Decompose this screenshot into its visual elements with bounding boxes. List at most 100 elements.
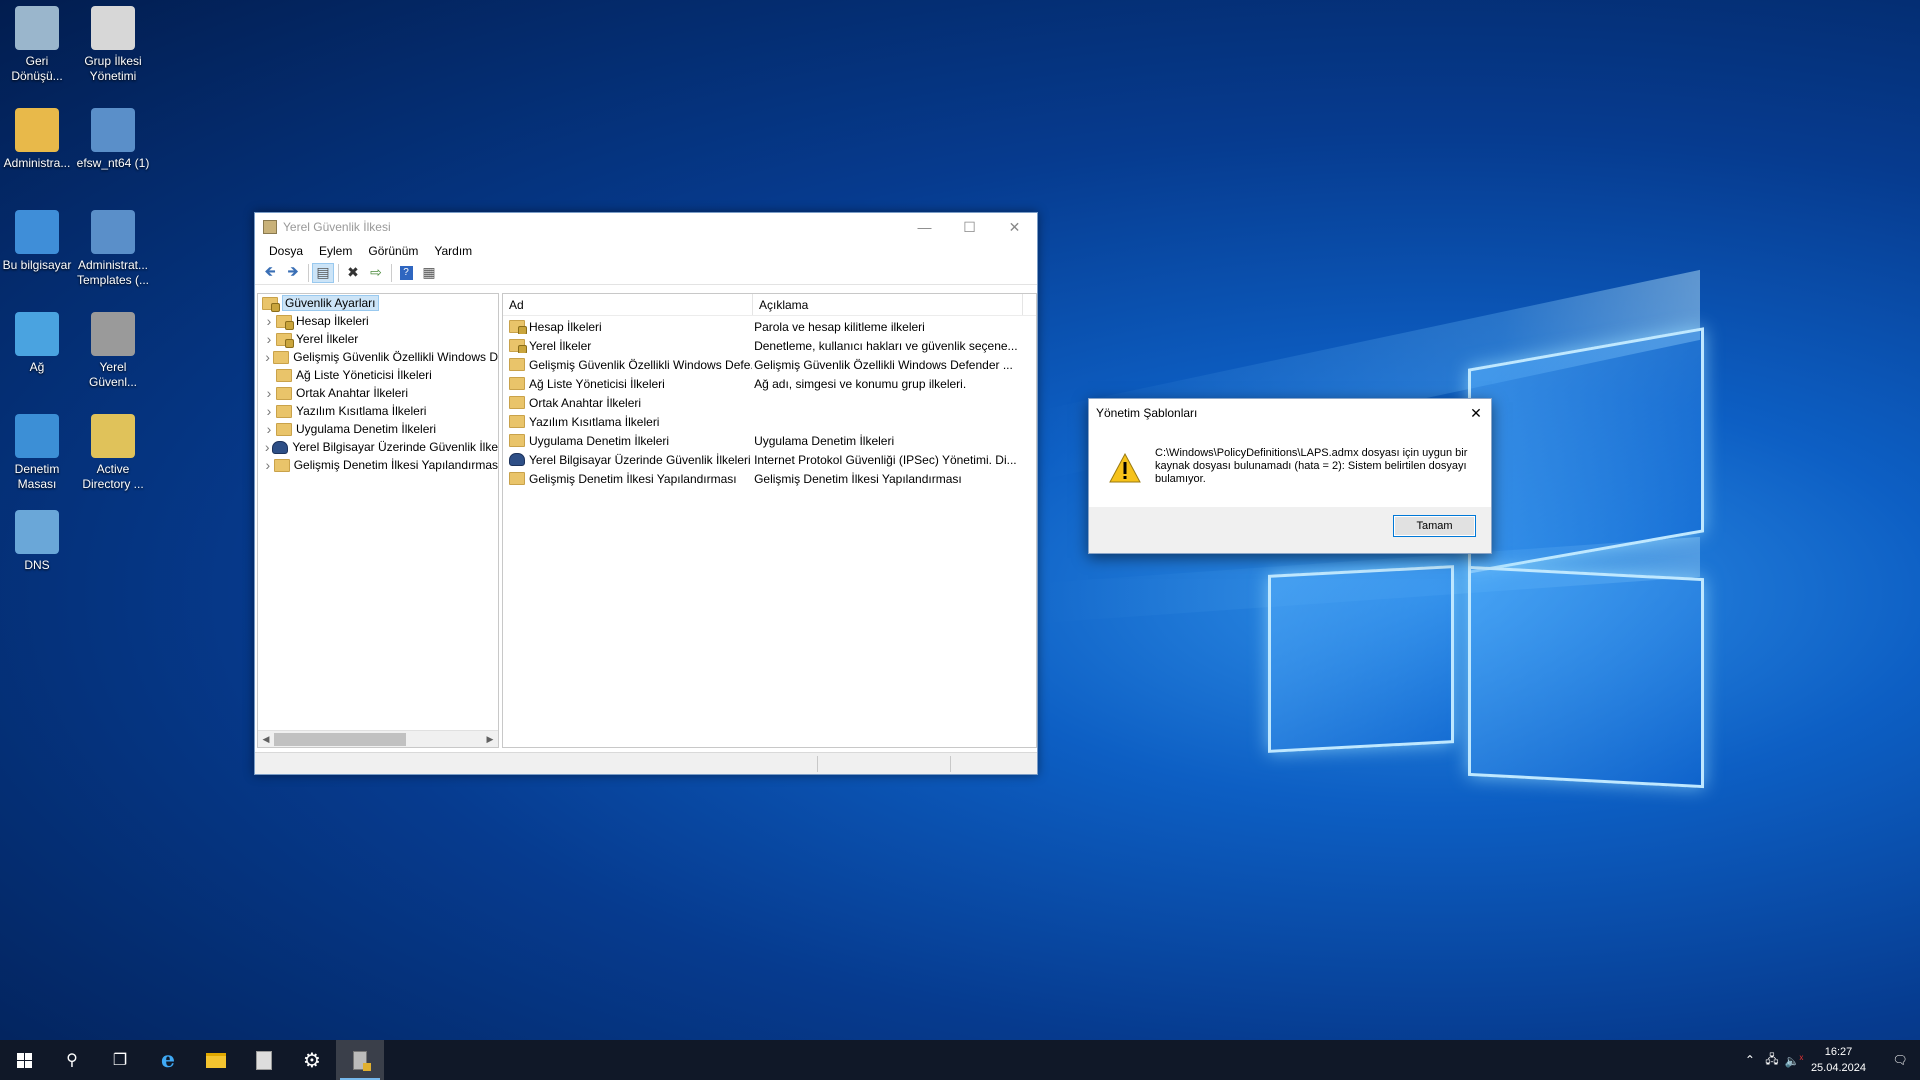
- list-item-description: Gelişmiş Güvenlik Özellikli Windows Defe…: [754, 357, 1013, 372]
- list-item[interactable]: Gelişmiş Güvenlik Özellikli Windows Defe…: [503, 355, 1036, 374]
- delete-button[interactable]: ✖: [342, 263, 364, 283]
- task-view-button[interactable]: ❐: [96, 1040, 144, 1080]
- recycle-bin-icon: [15, 6, 59, 50]
- desktop-icon[interactable]: Denetim Masası: [0, 414, 74, 492]
- list-item[interactable]: Hesap İlkeleri Parola ve hesap kilitleme …: [503, 317, 1036, 336]
- dialog-close-button[interactable]: ✕: [1461, 405, 1491, 422]
- list-item-name-cell: Yerel Bilgisayar Üzerinde Güvenlik İlkel…: [503, 453, 752, 467]
- list-item[interactable]: Ağ Liste Yöneticisi İlkeleri Ağ adı, simg…: [503, 374, 1036, 393]
- desktop-icon[interactable]: Grup İlkesi Yönetimi: [76, 6, 150, 84]
- tree-item[interactable]: › Gelişmiş Denetim İlkesi Yapılandırmas: [258, 456, 498, 474]
- column-description[interactable]: Açıklama: [753, 294, 1023, 315]
- folder-icon: [509, 358, 525, 371]
- title-bar[interactable]: Yerel Güvenlik İlkesi — ☐ ✕: [255, 213, 1037, 241]
- tree-item[interactable]: › Hesap İlkeleri: [258, 312, 498, 330]
- chevron-right-icon[interactable]: ›: [262, 331, 276, 347]
- tree-item[interactable]: › Yerel Bilgisayar Üzerinde Güvenlik İlke: [258, 438, 498, 456]
- chevron-right-icon[interactable]: ›: [262, 313, 276, 329]
- start-button[interactable]: [0, 1040, 48, 1080]
- forward-button[interactable]: 🡺: [282, 263, 304, 283]
- desktop-icon[interactable]: Administrat... Templates (...: [76, 210, 150, 288]
- properties-button[interactable]: ▦: [418, 263, 440, 283]
- taskbar-local-security-policy[interactable]: [336, 1040, 384, 1080]
- taskbar-internet-explorer[interactable]: e: [144, 1040, 192, 1080]
- list-item[interactable]: Yerel Bilgisayar Üzerinde Güvenlik İlkel…: [503, 450, 1036, 469]
- tree-item-label: Ortak Anahtar İlkeleri: [296, 386, 409, 400]
- shield-icon: [509, 453, 525, 466]
- details-list[interactable]: Ad Açıklama Hesap İlkeleri Parola ve hesa…: [502, 293, 1037, 748]
- list-item-description: Internet Protokol Güvenliği (IPSec) Yöne…: [754, 452, 1017, 467]
- tree-item-label: Ağ Liste Yöneticisi İlkeleri: [296, 368, 432, 382]
- tree-horizontal-scrollbar[interactable]: ◀ ▶: [258, 730, 498, 747]
- desktop-icon[interactable]: Bu bilgisayar: [0, 210, 74, 273]
- local-security-policy-window[interactable]: Yerel Güvenlik İlkesi — ☐ ✕ Dosya Eylem …: [254, 212, 1038, 775]
- desktop-icon[interactable]: Ağ: [0, 312, 74, 375]
- list-item-name: Ağ Liste Yöneticisi İlkeleri: [529, 376, 665, 391]
- dialog-footer: Tamam: [1089, 507, 1491, 553]
- list-item[interactable]: Yerel İlkeler Denetleme, kullanıcı haklar…: [503, 336, 1036, 355]
- network-tray-button[interactable]: 🖧: [1761, 1050, 1783, 1071]
- close-button[interactable]: ✕: [992, 213, 1037, 241]
- tree-item[interactable]: › Gelişmiş Güvenlik Özellikli Windows D: [258, 348, 498, 366]
- show-hide-tree-button[interactable]: ▤: [312, 262, 334, 283]
- desktop-icon[interactable]: Administra...: [0, 108, 74, 171]
- desktop-icon[interactable]: Yerel Güvenl...: [76, 312, 150, 390]
- taskbar-server-manager[interactable]: [240, 1040, 288, 1080]
- tree-item[interactable]: › Yerel İlkeler: [258, 330, 498, 348]
- action-center-button[interactable]: 🗨: [1880, 1053, 1920, 1067]
- ok-button[interactable]: Tamam: [1393, 515, 1476, 537]
- desktop-icon-label: Ağ: [29, 360, 45, 374]
- help-button[interactable]: ?: [395, 263, 417, 283]
- list-item[interactable]: Gelişmiş Denetim İlkesi Yapılandırması Ge…: [503, 469, 1036, 488]
- tree-item[interactable]: › Uygulama Denetim İlkeleri: [258, 420, 498, 438]
- menu-dosya[interactable]: Dosya: [261, 244, 311, 258]
- chevron-right-icon[interactable]: ›: [262, 385, 276, 401]
- back-button[interactable]: 🡸: [259, 263, 281, 283]
- chevron-right-icon[interactable]: ›: [262, 439, 272, 455]
- chevron-right-icon[interactable]: ›: [262, 349, 273, 365]
- error-dialog[interactable]: Yönetim Şablonları ✕ C:\Windows\PolicyDe…: [1088, 398, 1492, 554]
- list-item[interactable]: Ortak Anahtar İlkeleri: [503, 393, 1036, 412]
- scroll-right-icon[interactable]: ▶: [482, 734, 498, 745]
- local-security-icon: [91, 312, 135, 356]
- list-item[interactable]: Yazılım Kısıtlama İlkeleri: [503, 412, 1036, 431]
- tree-item[interactable]: › Yazılım Kısıtlama İlkeleri: [258, 402, 498, 420]
- desktop-icon[interactable]: DNS: [0, 510, 74, 573]
- taskbar-file-explorer[interactable]: [192, 1040, 240, 1080]
- desktop-icon[interactable]: efsw_nt64 (1): [76, 108, 150, 171]
- search-button[interactable]: ⚲: [48, 1040, 96, 1080]
- show-hidden-icons-button[interactable]: ⌃: [1739, 1053, 1761, 1067]
- list-item[interactable]: Uygulama Denetim İlkeleri Uygulama Deneti…: [503, 431, 1036, 450]
- tree-root[interactable]: Güvenlik Ayarları: [258, 294, 498, 312]
- scroll-left-icon[interactable]: ◀: [258, 734, 274, 745]
- tree-item[interactable]: Ağ Liste Yöneticisi İlkeleri: [258, 366, 498, 384]
- installer-icon: [91, 210, 135, 254]
- menu-gorunum[interactable]: Görünüm: [360, 244, 426, 258]
- tree-item[interactable]: › Ortak Anahtar İlkeleri: [258, 384, 498, 402]
- export-list-button[interactable]: ⇨: [365, 263, 387, 283]
- dialog-title-bar[interactable]: Yönetim Şablonları ✕: [1089, 399, 1491, 427]
- chevron-right-icon[interactable]: ›: [262, 457, 274, 473]
- desktop-icon-label: Administra...: [3, 156, 71, 170]
- menu-yardim[interactable]: Yardım: [426, 244, 480, 258]
- maximize-button[interactable]: ☐: [947, 213, 992, 241]
- maximize-icon: ☐: [963, 218, 976, 235]
- menu-eylem[interactable]: Eylem: [311, 244, 360, 258]
- volume-tray-button[interactable]: 🔈x: [1783, 1053, 1805, 1068]
- taskbar-settings[interactable]: ⚙: [288, 1040, 336, 1080]
- clock[interactable]: 16:27 25.04.2024: [1811, 1044, 1866, 1076]
- scroll-thumb[interactable]: [274, 733, 406, 746]
- folder-icon: [276, 386, 292, 400]
- network-icon: 🖧: [1765, 1051, 1779, 1066]
- list-item-description: Uygulama Denetim İlkeleri: [754, 433, 895, 448]
- desktop-icon[interactable]: Geri Dönüşü...: [0, 6, 74, 84]
- minimize-button[interactable]: —: [902, 213, 947, 241]
- desktop-icon[interactable]: Active Directory ...: [76, 414, 150, 492]
- control-panel-icon: [15, 414, 59, 458]
- chevron-right-icon[interactable]: ›: [262, 421, 276, 437]
- console-tree[interactable]: Güvenlik Ayarları › Hesap İlkeleri › Yerel …: [257, 293, 499, 748]
- desktop-icon-label: Active Directory ...: [82, 462, 144, 491]
- security-settings-icon: [262, 296, 280, 312]
- column-name[interactable]: Ad: [503, 294, 753, 315]
- chevron-right-icon[interactable]: ›: [262, 403, 276, 419]
